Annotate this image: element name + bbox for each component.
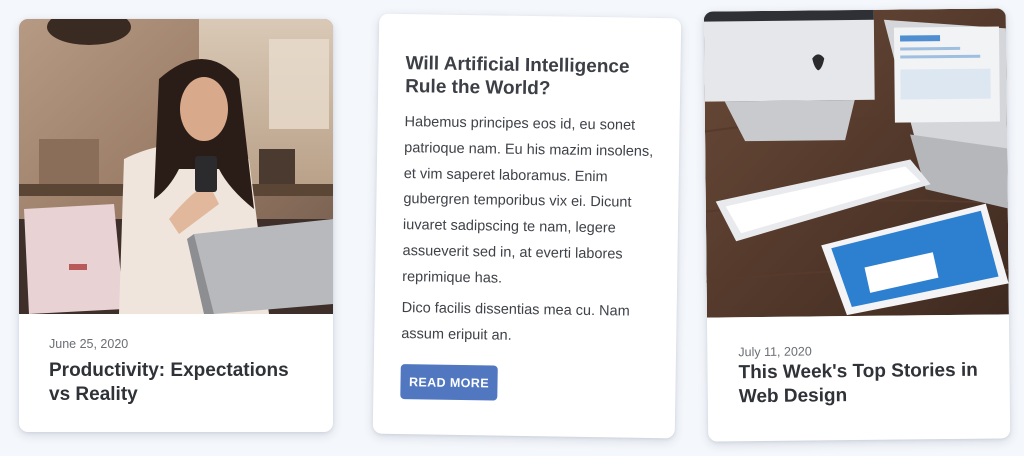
post-excerpt-paragraph: Dico facilis dissentias mea cu. Nam assu… xyxy=(401,300,630,344)
read-more-button[interactable]: READ MORE xyxy=(400,364,498,401)
blog-card-web-design[interactable]: July 11, 2020 This Week's Top Stories in… xyxy=(703,8,1011,442)
post-date: July 11, 2020 xyxy=(738,344,812,360)
blog-card-ai: Will Artificial Intelligence Rule the Wo… xyxy=(372,13,682,439)
blog-card-productivity[interactable]: June 25, 2020 Productivity: Expectations… xyxy=(19,19,333,432)
desk-devices-photo[interactable] xyxy=(703,8,1009,318)
post-excerpt-paragraph: Habemus principes eos id, eu sonet patri… xyxy=(402,114,654,287)
post-date: June 25, 2020 xyxy=(49,337,129,351)
post-title[interactable]: This Week's Top Stories in Web Design xyxy=(738,359,978,410)
post-title[interactable]: Will Artificial Intelligence Rule the Wo… xyxy=(405,52,656,102)
woman-with-phone-photo[interactable] xyxy=(19,19,333,314)
post-title[interactable]: Productivity: Expectations vs Reality xyxy=(49,359,311,407)
